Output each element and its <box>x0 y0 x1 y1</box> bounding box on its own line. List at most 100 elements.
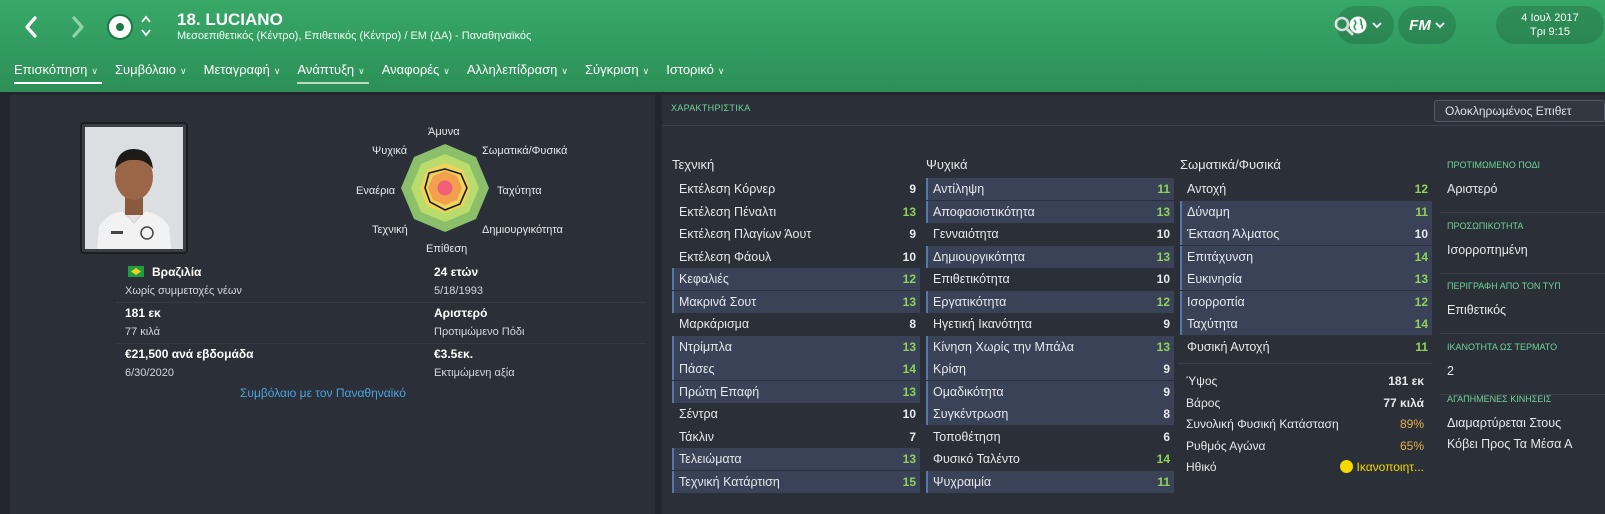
preferred-foot-label: Προτιμώμενο Πόδι <box>434 326 525 338</box>
attribute-row[interactable]: Ομαδικότητα 9 <box>926 380 1174 403</box>
attribute-row[interactable]: Δύναμη 11 <box>1180 200 1432 223</box>
attribute-name: Τοποθέτηση <box>933 429 1001 444</box>
attribute-value: 11 <box>1415 339 1428 354</box>
forward-button[interactable] <box>66 12 90 42</box>
attribute-row[interactable]: Πάσες 14 <box>672 358 920 380</box>
morale-icon <box>1339 460 1353 473</box>
attribute-name: Εργατικότητα <box>933 294 1007 309</box>
attribute-value: 10 <box>902 407 916 421</box>
divider <box>116 302 646 303</box>
attribute-value: 14 <box>1414 249 1428 264</box>
attribute-row[interactable]: Κεφαλιές 12 <box>672 268 920 290</box>
tab-history[interactable]: Ιστορικό ∨ <box>666 62 728 84</box>
radar-label-physical: Σωματικά/Φυσικά <box>482 145 568 157</box>
attribute-value: 8 <box>1163 407 1170 421</box>
attribute-row[interactable]: Τοποθέτηση 6 <box>926 426 1174 448</box>
attribute-name: Πάσες <box>679 362 715 376</box>
radar-label-mental: Ψυχικά <box>372 145 408 157</box>
attribute-row[interactable]: Τάκλιν 7 <box>672 426 920 448</box>
body-stat-value: 65% <box>1399 438 1424 453</box>
attribute-row[interactable]: Αποφασιστικότητα 13 <box>926 200 1174 223</box>
attribute-row[interactable]: Ευκινησία 13 <box>1180 268 1432 290</box>
attribute-row[interactable]: Ντρίμπλα 13 <box>672 335 920 358</box>
attribute-row[interactable]: Κρίση 9 <box>926 358 1174 380</box>
attribute-row[interactable]: Αντοχή 12 <box>1180 178 1432 200</box>
player-switch-arrows[interactable] <box>140 12 152 42</box>
tab-reports[interactable]: Αναφορές ∨ <box>382 62 454 84</box>
attribute-row[interactable]: Σέντρα 10 <box>672 403 920 425</box>
tab-overview[interactable]: Επισκόπηση ∨ <box>14 62 102 84</box>
attribute-name: Γενναιότητα <box>933 227 999 241</box>
attribute-name: Εκτέλεση Κόρνερ <box>679 182 776 196</box>
body-stat-value[interactable]: Ικανοποιητ... <box>1300 460 1424 474</box>
attribute-name: Δημιουργικότητα <box>933 249 1025 264</box>
attribute-row[interactable]: Πρώτη Επαφή 13 <box>672 380 920 403</box>
attribute-value: 11 <box>1415 204 1428 219</box>
attribute-value: 13 <box>902 384 916 399</box>
attribute-name: Ντρίμπλα <box>679 339 732 354</box>
tab-transfer[interactable]: Μεταγραφή ∨ <box>204 62 285 84</box>
attribute-row[interactable]: Μαρκάρισμα 8 <box>672 313 920 335</box>
fm-menu-button[interactable]: FM <box>1398 6 1456 44</box>
weight: 77 κιλά <box>125 326 160 338</box>
attribute-row[interactable]: Γενναιότητα 10 <box>926 223 1174 245</box>
attribute-row[interactable]: Φυσικό Ταλέντο 14 <box>926 448 1174 470</box>
attribute-name: Αντοχή <box>1187 182 1227 196</box>
attribute-row[interactable]: Εργατικότητα 12 <box>926 290 1174 313</box>
attribute-name: Εκτέλεση Φάουλ <box>679 249 772 264</box>
detail-label: ΠΡΟΣΩΠΙΚΟΤΗΤΑ <box>1447 221 1524 231</box>
attribute-row[interactable]: Ψυχραιμία 11 <box>926 470 1174 493</box>
attribute-view-dropdown[interactable]: Ολοκληρωμένος Επιθετ <box>1434 100 1605 122</box>
tab-compare[interactable]: Σύγκριση ∨ <box>585 62 653 84</box>
attribute-value: 9 <box>1163 384 1170 399</box>
attribute-row[interactable]: Επιθετικότητα 10 <box>926 268 1174 290</box>
back-button[interactable] <box>19 12 43 42</box>
nationality: Βραζιλία <box>152 265 202 279</box>
attribute-value: 9 <box>1163 362 1170 376</box>
attribute-row[interactable]: Κίνηση Χωρίς την Μπάλα 13 <box>926 335 1174 358</box>
radar-core <box>437 180 453 196</box>
chevron-down-icon <box>1435 22 1445 29</box>
attribute-row[interactable]: Εκτέλεση Πέναλτι 13 <box>672 201 920 223</box>
attribute-row[interactable]: Ισορροπία 12 <box>1180 290 1432 313</box>
attribute-value: 13 <box>902 452 916 466</box>
attribute-row[interactable]: Τελειώματα 13 <box>672 448 920 470</box>
attribute-row[interactable]: Ηγετική Ικανότητα 9 <box>926 313 1174 335</box>
tab-contract[interactable]: Συμβόλαιο ∨ <box>115 62 191 84</box>
radar-label-creativity: Δημιουργικότητα <box>482 224 563 236</box>
attribute-row[interactable]: Τεχνική Κατάρτιση 15 <box>672 470 920 493</box>
attribute-row[interactable]: Εκτέλεση Πλαγίων Άουτ 9 <box>672 223 920 245</box>
world-menu-button[interactable] <box>1336 6 1394 44</box>
attribute-value: 14 <box>1156 452 1170 466</box>
attribute-row[interactable]: Φυσική Αντοχή 11 <box>1180 336 1432 358</box>
attribute-name: Σέντρα <box>679 407 718 421</box>
globe-icon <box>1349 16 1367 34</box>
attribute-row[interactable]: Δημιουργικότητα 13 <box>926 245 1174 268</box>
divider <box>1440 212 1605 213</box>
attribute-value: 6 <box>1163 429 1170 444</box>
tab-interaction[interactable]: Αλληλεπίδραση ∨ <box>467 62 572 84</box>
age: 24 ετών <box>434 265 479 279</box>
attribute-row[interactable]: Ταχύτητα 14 <box>1180 313 1432 335</box>
attribute-value: 9 <box>909 182 916 196</box>
attribute-value: 11 <box>1157 474 1170 489</box>
attribute-name: Φυσικό Ταλέντο <box>933 452 1020 466</box>
attribute-name: Μακρινά Σουτ <box>679 294 757 309</box>
attribute-row[interactable]: Συγκέντρωση 8 <box>926 403 1174 425</box>
attribute-row[interactable]: Αντίληψη 11 <box>926 178 1174 200</box>
attribute-value: 12 <box>1414 182 1428 196</box>
attribute-name: Τεχνική Κατάρτιση <box>679 474 780 489</box>
body-stat-value: 181 εκ <box>1388 374 1424 388</box>
attribute-name: Ομαδικότητα <box>933 384 1004 399</box>
attribute-row[interactable]: Επιτάχυνση 14 <box>1180 245 1432 268</box>
body-stat-label: Βάρος <box>1186 395 1221 410</box>
date-display[interactable]: 4 Ιουλ 2017 Τρι 9:15 <box>1496 6 1604 44</box>
attribute-row[interactable]: Εκτέλεση Φάουλ 10 <box>672 246 920 268</box>
attribute-row[interactable]: Εκτέλεση Κόρνερ 9 <box>672 178 920 200</box>
attribute-row[interactable]: Μακρινά Σουτ 13 <box>672 290 920 313</box>
attribute-row[interactable]: Έκταση Άλματος 10 <box>1180 223 1432 245</box>
tab-development[interactable]: Ανάπτυξη ∨ <box>297 62 369 84</box>
preferred-foot: Αριστερό <box>434 306 488 320</box>
contract-link[interactable]: Συμβόλαιο με τον Παναθηναϊκό <box>240 386 406 400</box>
updown-icon <box>141 15 151 37</box>
